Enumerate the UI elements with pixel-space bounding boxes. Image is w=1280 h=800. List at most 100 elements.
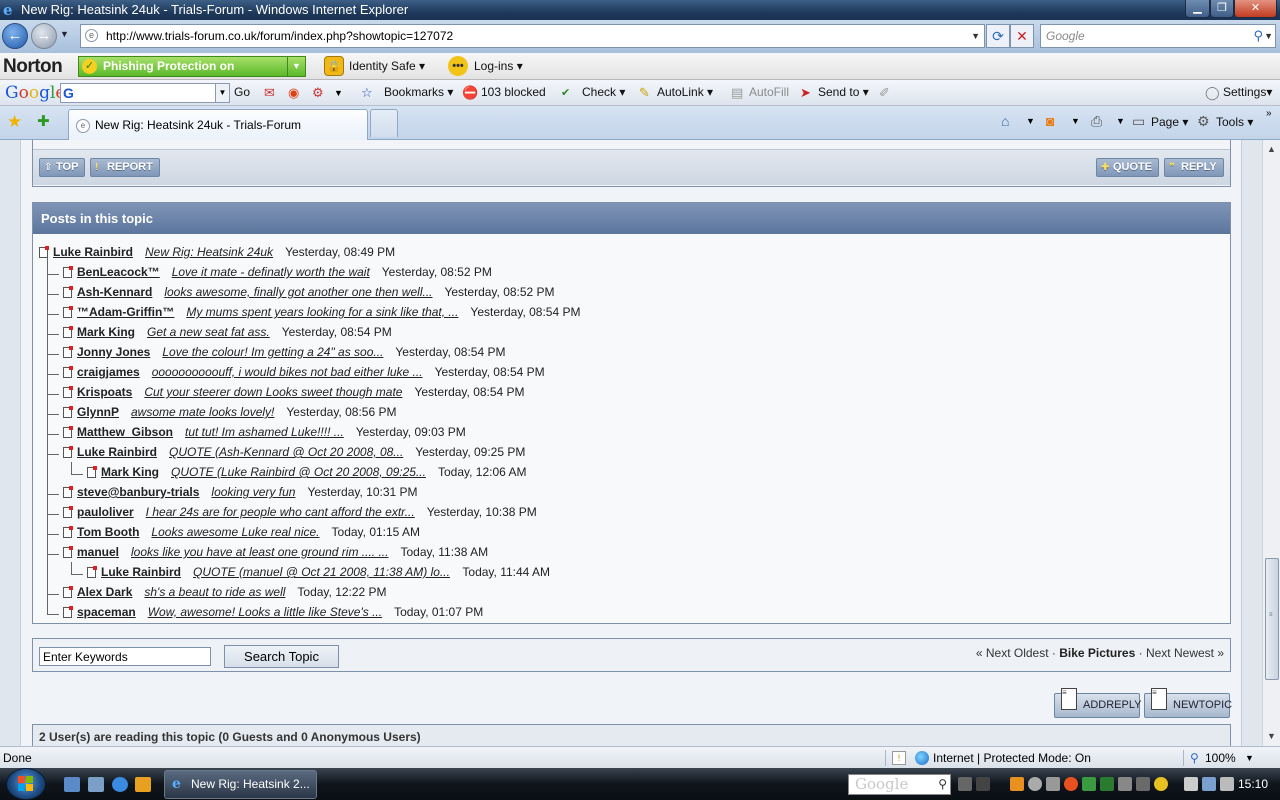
page-menu-button[interactable]: Page ▾ (1151, 115, 1188, 129)
home-dropdown-icon[interactable]: ▼ (1026, 113, 1035, 129)
bookmarks-button[interactable]: Bookmarks ▾ (384, 85, 453, 99)
google-search-input[interactable]: G ▼ (60, 83, 230, 103)
tray-app-icon-6[interactable] (1100, 777, 1114, 791)
post-excerpt-link[interactable]: looking very fun (211, 484, 295, 500)
post-excerpt-link[interactable]: I hear 24s are for people who cant affor… (146, 504, 415, 520)
tray-app-icon-2[interactable] (1028, 777, 1042, 791)
favorites-star-icon[interactable]: ★ (7, 112, 22, 132)
autolink-button[interactable]: AutoLink ▾ (657, 85, 713, 99)
post-author-link[interactable]: Jonny Jones (77, 344, 150, 360)
switch-windows-icon[interactable] (88, 777, 104, 792)
maximize-button[interactable]: ❐ (1210, 0, 1234, 18)
tray-app-icon-1[interactable] (1010, 777, 1024, 791)
tray-square-icon[interactable] (976, 777, 990, 791)
post-author-link[interactable]: Mark King (77, 324, 135, 340)
feed-dropdown-icon[interactable]: ▼ (1071, 113, 1080, 129)
post-excerpt-link[interactable]: QUOTE (manuel @ Oct 21 2008, 11:38 AM) l… (193, 564, 450, 580)
post-author-link[interactable]: Krispoats (77, 384, 132, 400)
post-author-link[interactable]: Luke Rainbird (53, 244, 133, 260)
settings-button[interactable]: Settings▾ (1223, 85, 1272, 99)
post-excerpt-link[interactable]: Cut your steerer down Looks sweet though… (144, 384, 402, 400)
post-author-link[interactable]: steve@banbury-trials (77, 484, 199, 500)
post-excerpt-link[interactable]: My mums spent years looking for a sink l… (186, 304, 458, 320)
feature-icon-1[interactable]: ✉ (264, 85, 275, 101)
minimize-button[interactable]: ▁ (1185, 0, 1210, 18)
post-excerpt-link[interactable]: oooooooooouff, i would bikes not bad eit… (152, 364, 423, 380)
back-button[interactable]: ← (2, 23, 28, 49)
stop-button[interactable]: ✕ (1010, 24, 1034, 48)
tools-menu-button[interactable]: Tools ▾ (1216, 115, 1253, 129)
highlighter-icon[interactable]: ✐ (879, 85, 890, 101)
go-button[interactable]: Go (234, 85, 250, 99)
popup-blocked-button[interactable]: 103 blocked (481, 85, 546, 99)
post-author-link[interactable]: spaceman (77, 604, 136, 620)
post-excerpt-link[interactable]: looks like you have at least one ground … (131, 544, 388, 560)
google-search-dropdown-icon[interactable]: ▼ (215, 84, 229, 102)
vertical-scrollbar[interactable]: ▲ ≡ ▼ (1262, 140, 1280, 746)
tray-dropdown-icon[interactable] (958, 777, 972, 791)
post-excerpt-link[interactable]: Get a new seat fat ass. (147, 324, 270, 340)
report-button[interactable]: ! REPORT (90, 158, 160, 177)
address-bar[interactable]: e http://www.trials-forum.co.uk/forum/in… (80, 24, 985, 48)
post-excerpt-link[interactable]: QUOTE (Luke Rainbird @ Oct 20 2008, 09:2… (171, 464, 426, 480)
add-reply-button[interactable]: ≡ ADDREPLY (1054, 688, 1141, 718)
post-author-link[interactable]: ™Adam-Griffin™ (77, 304, 174, 320)
recent-pages-dropdown-icon[interactable]: ▼ (60, 29, 69, 39)
media-player-icon[interactable] (135, 777, 151, 792)
tray-app-icon-8[interactable] (1136, 777, 1150, 791)
refresh-button[interactable]: ⟳ (986, 24, 1010, 48)
search-icon[interactable]: ⚲ (1253, 25, 1263, 47)
tab-active[interactable]: e New Rig: Heatsink 24uk - Trials-Forum (68, 109, 368, 140)
post-excerpt-link[interactable]: New Rig: Heatsink 24uk (145, 244, 273, 260)
chevron-more-icon[interactable]: » (1266, 106, 1272, 122)
post-author-link[interactable]: Alex Dark (77, 584, 132, 600)
reply-button[interactable]: ❞ REPLY (1164, 158, 1224, 177)
post-author-link[interactable]: BenLeacock™ (77, 264, 160, 280)
post-author-link[interactable]: Mark King (101, 464, 159, 480)
post-excerpt-link[interactable]: Looks awesome Luke real nice. (151, 524, 319, 540)
rss-feed-icon[interactable]: ◙ (1046, 113, 1054, 129)
post-author-link[interactable]: Luke Rainbird (77, 444, 157, 460)
address-dropdown-icon[interactable]: ▼ (971, 25, 980, 47)
taskbar-ie-window[interactable]: e New Rig: Heatsink 2... (164, 770, 317, 799)
post-excerpt-link[interactable]: Love the colour! Im getting a 24" as soo… (162, 344, 383, 360)
next-newest-link[interactable]: Next Newest » (1146, 646, 1224, 660)
tray-app-icon-3[interactable] (1046, 777, 1060, 791)
search-topic-button[interactable]: Search Topic (224, 645, 339, 668)
post-author-link[interactable]: GlynnP (77, 404, 119, 420)
add-favorites-icon[interactable]: ✚ (37, 112, 50, 130)
show-desktop-icon[interactable] (64, 777, 80, 792)
phishing-dropdown-icon[interactable]: ▼ (287, 57, 305, 76)
check-button[interactable]: Check ▾ (582, 85, 625, 99)
desktop-search-icon[interactable]: ⚲ (938, 775, 947, 794)
zoom-dropdown-icon[interactable]: ▼ (1245, 747, 1254, 769)
tray-app-icon-9[interactable] (1154, 777, 1168, 791)
safely-remove-icon[interactable] (1184, 777, 1198, 791)
tray-app-icon-5[interactable] (1082, 777, 1096, 791)
autofill-button[interactable]: AutoFill (749, 85, 789, 99)
feature-icon-3[interactable]: ⚙ (312, 85, 324, 101)
post-excerpt-link[interactable]: sh's a beaut to ride as well (144, 584, 285, 600)
close-button[interactable]: ✕ (1234, 0, 1277, 18)
home-icon[interactable]: ⌂ (1001, 113, 1009, 129)
google-desktop-search[interactable]: Google ⚲ (848, 774, 951, 795)
more-features-dropdown-icon[interactable]: ▼ (334, 85, 343, 101)
identity-safe-button[interactable]: Identity Safe ▾ (349, 59, 425, 73)
ie-quicklaunch-icon[interactable] (112, 777, 128, 792)
post-author-link[interactable]: Luke Rainbird (101, 564, 181, 580)
scroll-down-icon[interactable]: ▼ (1263, 728, 1280, 745)
security-zone-label[interactable]: Internet | Protected Mode: On (933, 747, 1091, 769)
forward-button[interactable]: → (31, 23, 57, 49)
volume-icon[interactable] (1220, 777, 1234, 791)
post-excerpt-link[interactable]: Wow, awesome! Looks a little like Steve'… (148, 604, 382, 620)
post-excerpt-link[interactable]: QUOTE (Ash-Kennard @ Oct 20 2008, 08... (169, 444, 403, 460)
post-author-link[interactable]: craigjames (77, 364, 140, 380)
keywords-input[interactable] (39, 647, 211, 666)
post-excerpt-link[interactable]: tut tut! Im ashamed Luke!!!! ... (185, 424, 344, 440)
forum-bike-pictures-link[interactable]: Bike Pictures (1059, 646, 1135, 660)
post-author-link[interactable]: pauloliver (77, 504, 134, 520)
new-tab-button[interactable] (370, 109, 398, 137)
post-author-link[interactable]: Matthew_Gibson (77, 424, 173, 440)
search-options-icon[interactable]: ▼ (1264, 25, 1273, 47)
feature-icon-2[interactable]: ◉ (288, 85, 299, 101)
